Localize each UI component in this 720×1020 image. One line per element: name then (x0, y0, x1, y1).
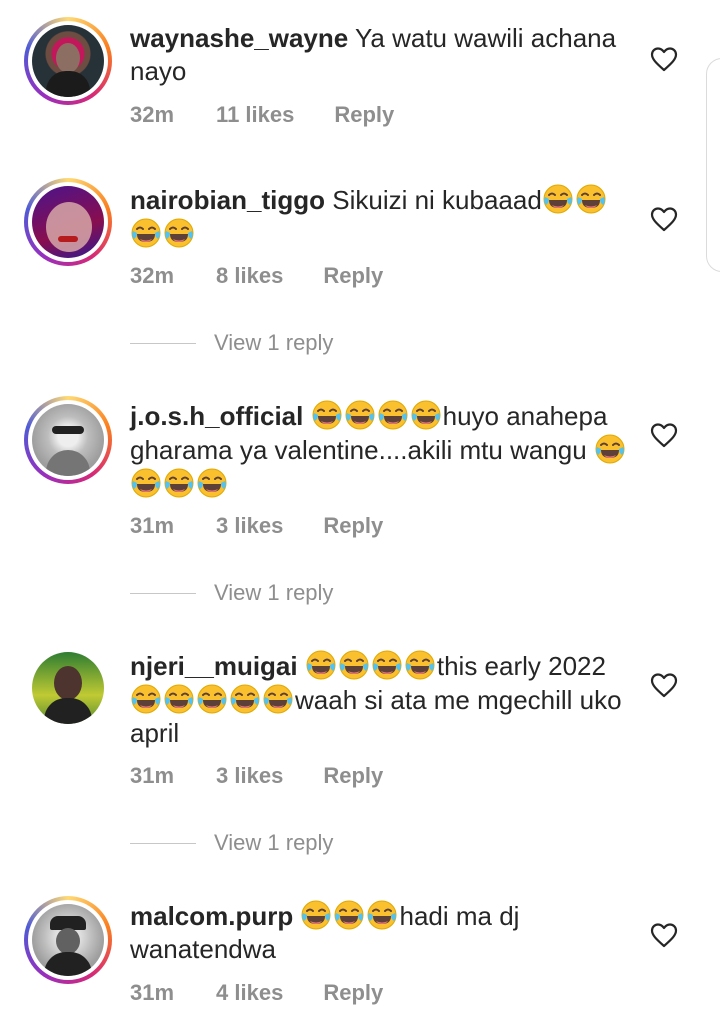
comment-time: 31m (130, 763, 175, 788)
view-replies-label: View 1 reply (214, 330, 334, 355)
laughing-emoji-icon (163, 683, 195, 715)
comment-text: nairobian_tiggo Sikuizi ni kubaaad (130, 183, 630, 251)
laughing-emoji-icon (196, 683, 228, 715)
side-panel-edge (706, 58, 720, 272)
reply-button[interactable]: Reply (323, 263, 383, 289)
laughing-emoji-icon (130, 217, 162, 249)
avatar-story-ring[interactable] (24, 178, 112, 266)
comment-meta: 31m 3 likes Reply (130, 513, 383, 539)
laughing-emoji-icon (371, 649, 403, 681)
comment-likes[interactable]: 11 likes (216, 102, 294, 128)
laughing-emoji-icon (594, 433, 626, 465)
laughing-emoji-icon (262, 683, 294, 715)
laughing-emoji-icon (410, 399, 442, 431)
comment-time: 32m (130, 263, 175, 288)
comment-likes[interactable]: 4 likes (216, 980, 283, 1006)
comment-meta: 32m 11 likes Reply (130, 102, 394, 128)
reply-button[interactable]: Reply (323, 513, 383, 539)
view-replies-button[interactable]: View 1 reply (130, 830, 333, 856)
view-replies-label: View 1 reply (214, 580, 334, 605)
comment-likes[interactable]: 3 likes (216, 763, 283, 789)
reply-button[interactable]: Reply (323, 980, 383, 1006)
avatar-story-ring[interactable] (24, 896, 112, 984)
laughing-emoji-icon (311, 399, 343, 431)
laughing-emoji-icon (163, 467, 195, 499)
comment-meta: 31m 3 likes Reply (130, 763, 383, 789)
comment-username[interactable]: njeri__muigai (130, 651, 298, 681)
view-replies-button[interactable]: View 1 reply (130, 330, 333, 356)
avatar (32, 904, 104, 976)
comment-body: Sikuizi ni kubaaad (332, 185, 542, 215)
heart-outline-icon[interactable] (650, 422, 678, 448)
reply-button[interactable]: Reply (323, 763, 383, 789)
divider-line (130, 592, 196, 594)
heart-outline-icon[interactable] (650, 672, 678, 698)
comment-username[interactable]: malcom.purp (130, 901, 293, 931)
comment-text: j.o.s.h_official huyo anahepa gharama ya… (130, 399, 630, 501)
comment-text: malcom.purp hadi ma dj wanatendwa (130, 899, 630, 966)
comment-text: njeri__muigai this early 2022 waah si at… (130, 649, 630, 750)
avatar[interactable] (32, 652, 104, 724)
laughing-emoji-icon (575, 183, 607, 215)
avatar (32, 186, 104, 258)
laughing-emoji-icon (300, 899, 332, 931)
comment-time: 31m (130, 980, 175, 1005)
heart-outline-icon[interactable] (650, 206, 678, 232)
comment-username[interactable]: waynashe_wayne (130, 23, 348, 53)
comment-text: waynashe_wayne Ya watu wawili achana nay… (130, 22, 630, 88)
view-replies-button[interactable]: View 1 reply (130, 580, 333, 606)
laughing-emoji-icon (130, 683, 162, 715)
comment-likes[interactable]: 8 likes (216, 263, 283, 289)
divider-line (130, 842, 196, 844)
divider-line (130, 342, 196, 344)
laughing-emoji-icon (338, 649, 370, 681)
heart-outline-icon[interactable] (650, 922, 678, 948)
laughing-emoji-icon (130, 467, 162, 499)
laughing-emoji-icon (377, 399, 409, 431)
laughing-emoji-icon (229, 683, 261, 715)
comment-time: 32m (130, 102, 175, 127)
comment-username[interactable]: nairobian_tiggo (130, 185, 325, 215)
laughing-emoji-icon (404, 649, 436, 681)
comment-meta: 32m 8 likes Reply (130, 263, 383, 289)
comment-likes[interactable]: 3 likes (216, 513, 283, 539)
reply-button[interactable]: Reply (334, 102, 394, 128)
laughing-emoji-icon (305, 649, 337, 681)
laughing-emoji-icon (542, 183, 574, 215)
laughing-emoji-icon (163, 217, 195, 249)
avatar-story-ring[interactable] (24, 396, 112, 484)
view-replies-label: View 1 reply (214, 830, 334, 855)
avatar (32, 404, 104, 476)
comment-meta: 31m 4 likes Reply (130, 980, 383, 1006)
comment-body-part1: this early 2022 (436, 651, 606, 681)
laughing-emoji-icon (366, 899, 398, 931)
heart-outline-icon[interactable] (650, 46, 678, 72)
comment-time: 31m (130, 513, 175, 538)
avatar (32, 25, 104, 97)
comment-username[interactable]: j.o.s.h_official (130, 401, 303, 431)
laughing-emoji-icon (333, 899, 365, 931)
laughing-emoji-icon (344, 399, 376, 431)
laughing-emoji-icon (196, 467, 228, 499)
avatar-story-ring[interactable] (24, 17, 112, 105)
